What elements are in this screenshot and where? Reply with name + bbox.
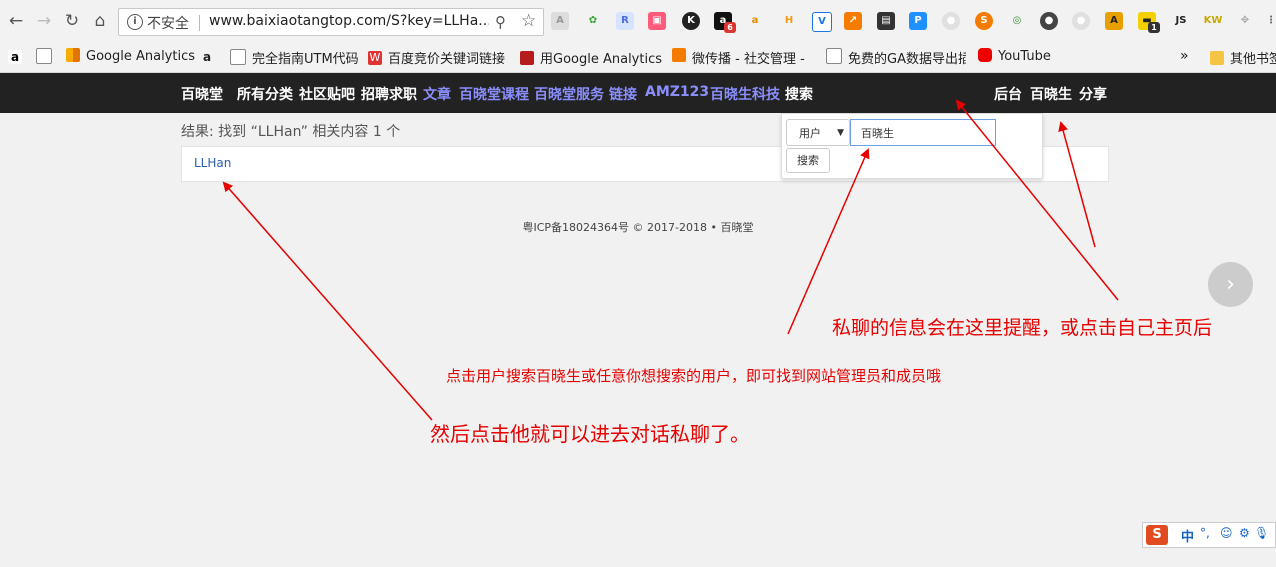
extension-puzzle-icon[interactable]: ✥	[1236, 12, 1254, 30]
bookmark-other-folder[interactable]: 其他书签	[1210, 48, 1276, 67]
nav-articles[interactable]: 文章	[423, 84, 451, 104]
nav-courses[interactable]: 百晓堂课程	[459, 84, 529, 104]
omnibox-divider	[199, 15, 200, 31]
analytics-icon	[66, 48, 80, 62]
sogou-icon[interactable]: S	[1146, 525, 1168, 545]
extension-h-icon[interactable]: H	[780, 12, 798, 30]
extension-bili-icon[interactable]: ▣	[648, 12, 666, 30]
browser-toolbar: ← → ↻ ⌂ i 不安全 www.baixiaotangtop.com/S?k…	[0, 0, 1276, 42]
extension-translate-icon[interactable]: A	[551, 12, 569, 30]
bookmark-star-icon[interactable]: ☆	[521, 11, 536, 31]
nav-search[interactable]: 搜索	[785, 84, 813, 104]
extension-weibo-icon[interactable]: ✿	[584, 12, 602, 30]
search-input[interactable]	[850, 119, 996, 146]
nav-tech[interactable]: 百晓生科技	[710, 84, 780, 104]
page-icon-2	[826, 48, 842, 64]
extension-grey-icon[interactable]: ●	[942, 12, 960, 30]
page-footer: 粤ICP备18024364号 © 2017-2018 • 百晓堂	[522, 221, 754, 234]
ime-toolbar[interactable]: S 中 °, ☺ ⚙ 🎙	[1142, 522, 1276, 548]
search-type-select[interactable]: 用户 ▼	[786, 119, 850, 146]
bookmarks-more[interactable]: »	[1180, 48, 1189, 64]
extension-dark-icon[interactable]: ▤	[877, 12, 895, 30]
extension-reader-icon[interactable]: R	[616, 12, 634, 30]
extension-k-icon[interactable]: K	[682, 12, 700, 30]
page-icon	[230, 49, 246, 65]
extension-p-icon[interactable]: P	[909, 12, 927, 30]
nav-admin[interactable]: 后台	[994, 84, 1022, 104]
annotation-note-2: 点击用户搜索百晓生或任意你想搜索的用户，即可找到网站管理员和成员哦	[446, 367, 942, 385]
extension-badge: 6	[724, 22, 736, 33]
nav-all-categories[interactable]: 所有分类	[237, 84, 293, 104]
caret-down-icon: ▼	[837, 128, 844, 138]
bookmark-ga-export[interactable]: 免费的GA数据导出插	[826, 48, 966, 67]
search-button[interactable]: 搜索	[786, 148, 830, 173]
bookmark-baidu[interactable]: W 百度竞价关键词链接	[368, 48, 506, 67]
nav-user-profile[interactable]: 百晓生	[1030, 84, 1072, 104]
emoji-icon[interactable]: ☺	[1220, 526, 1233, 540]
nav-share[interactable]: 分享	[1079, 84, 1107, 104]
youtube-icon	[978, 48, 992, 62]
next-page-button[interactable]: ›	[1208, 262, 1253, 307]
bookmark-amazon-2-icon[interactable]: a	[200, 48, 220, 64]
address-bar[interactable]: i 不安全 www.baixiaotangtop.com/S?key=LLHa.…	[118, 8, 544, 36]
bookmark-youtube[interactable]: YouTube	[978, 48, 1051, 64]
forward-icon[interactable]: →	[34, 11, 54, 31]
site-navbar: 百晓堂 所有分类 社区贴吧 招聘求职 文章 百晓堂课程 百晓堂服务 链接 AMZ…	[0, 73, 1276, 113]
voice-icon[interactable]: 🎙	[1254, 526, 1269, 540]
search-dropdown: 用户 ▼ 搜索	[781, 113, 1043, 179]
extension-user-icon[interactable]: ●	[1040, 12, 1058, 30]
bookmark-ga-2[interactable]: 用Google Analytics	[520, 48, 662, 67]
menu-icon[interactable]: ⋮	[1262, 12, 1276, 30]
bookmark-utm[interactable]: 完全指南UTM代码	[230, 48, 359, 67]
wps-icon: W	[368, 51, 382, 65]
insecure-label: 不安全	[147, 16, 189, 32]
red-icon	[520, 51, 534, 65]
zoom-icon[interactable]: ⚲	[495, 13, 506, 31]
extension-green-icon[interactable]: ◎	[1008, 12, 1026, 30]
extension-grey2-icon[interactable]: ●	[1072, 12, 1090, 30]
annotation-note-1: 私聊的信息会在这里提醒，或点击自己主页后	[832, 317, 1213, 339]
url-text[interactable]: www.baixiaotangtop.com/S?key=LLHa...	[209, 13, 489, 29]
nav-services[interactable]: 百晓堂服务	[534, 84, 604, 104]
extension-badge-2: 1	[1148, 22, 1160, 33]
home-icon[interactable]: ⌂	[90, 11, 110, 31]
extension-v-icon[interactable]: V	[812, 12, 832, 32]
orange-icon	[672, 48, 686, 62]
bookmark-amazon-icon[interactable]: a	[8, 48, 28, 64]
result-item-link[interactable]: LLHan	[194, 156, 231, 170]
extension-amazon-smile-icon[interactable]: a	[746, 12, 764, 30]
settings-icon[interactable]: ⚙	[1239, 526, 1250, 540]
extension-chart-icon[interactable]: ↗	[844, 12, 862, 30]
bookmark-page-icon[interactable]	[36, 48, 58, 66]
extension-ag-icon[interactable]: A	[1105, 12, 1123, 30]
result-count: 结果: 找到 “LLHan” 相关内容 1 个	[181, 124, 401, 140]
reload-icon[interactable]: ↻	[62, 11, 82, 31]
extension-kw-icon[interactable]: KW	[1202, 12, 1224, 30]
bookmarks-bar: a Google Analytics a 完全指南UTM代码 W 百度竞价关键词链…	[0, 42, 1276, 73]
extension-s-icon[interactable]: S	[975, 12, 993, 30]
nav-forum[interactable]: 社区贴吧	[299, 84, 355, 104]
bookmark-weichuanbo[interactable]: 微传播 - 社交管理 - U	[672, 48, 810, 67]
ime-lang[interactable]: 中	[1181, 526, 1194, 545]
bookmark-ga[interactable]: Google Analytics	[66, 48, 195, 64]
site-brand[interactable]: 百晓堂	[181, 84, 223, 104]
info-icon[interactable]: i	[127, 14, 143, 30]
extension-js-icon[interactable]: JS	[1170, 12, 1192, 30]
nav-jobs[interactable]: 招聘求职	[361, 84, 417, 104]
nav-links[interactable]: 链接	[609, 84, 637, 104]
back-icon[interactable]: ←	[6, 11, 26, 31]
folder-icon	[1210, 51, 1224, 65]
punctuation-icon[interactable]: °,	[1200, 526, 1210, 540]
annotation-note-3: 然后点击他就可以进去对话私聊了。	[430, 422, 750, 446]
nav-amz123[interactable]: AMZ123	[645, 84, 709, 100]
